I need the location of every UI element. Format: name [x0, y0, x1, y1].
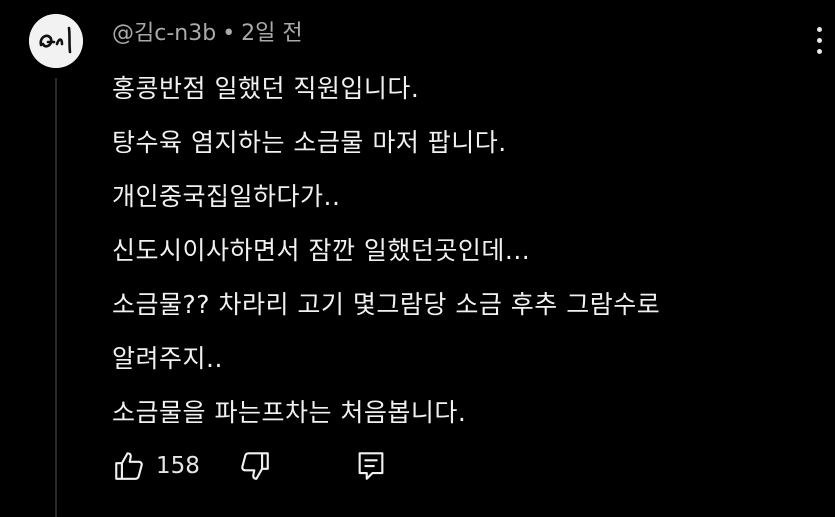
comment-line: 신도시이사하면서 잠깐 일했던곳인데... [112, 236, 531, 265]
like-count: 158 [156, 453, 200, 479]
comment-line: 알려주지.. [112, 344, 223, 373]
comment-line: 개인중국집일하다가.. [112, 182, 341, 211]
comment-line: 소금물을 파는프차는 처음봅니다. [112, 398, 467, 427]
thumbs-up-icon [115, 452, 143, 480]
comment-time[interactable]: 2일 전 [241, 21, 302, 46]
comment-actions: 158 [112, 446, 412, 486]
thumbs-down-icon [241, 452, 269, 480]
reply-icon [358, 452, 384, 480]
thread-line [55, 78, 57, 517]
dislike-button[interactable] [238, 446, 272, 486]
comment-text: 홍콩반점 일했던 직원입니다. 탕수육 염지하는 소금물 마저 팝니다. 개인중… [112, 62, 812, 440]
meta-separator: • [222, 21, 236, 46]
comment-line: 탕수육 염지하는 소금물 마저 팝니다. [112, 128, 507, 157]
comment-meta: @김c-n3b • 2일 전 [112, 20, 303, 48]
more-vertical-icon[interactable] [812, 27, 826, 61]
reply-button[interactable] [354, 446, 388, 486]
comment-line: 소금물?? 차라리 고기 몇그람당 소금 후추 그람수로 [112, 290, 661, 319]
avatar-drawing [29, 14, 83, 68]
comment: @김c-n3b • 2일 전 홍콩반점 일했던 직원입니다. 탕수육 염지하는 소금… [0, 0, 835, 517]
comment-line: 홍콩반점 일했던 직원입니다. [112, 74, 420, 103]
author-name[interactable]: @김c-n3b [112, 21, 216, 46]
avatar[interactable] [29, 14, 83, 68]
like-button[interactable]: 158 [112, 446, 200, 486]
